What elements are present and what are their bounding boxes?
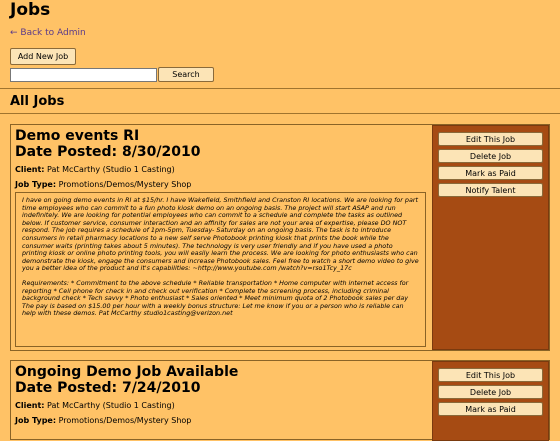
delete-job-button[interactable]: Delete Job — [438, 385, 543, 399]
job-type: Job Type: Promotions/Demos/Mystery Shop — [15, 180, 191, 189]
edit-job-button[interactable]: Edit This Job — [438, 368, 543, 382]
client-value: Pat McCarthy (Studio 1 Casting) — [47, 165, 175, 174]
search-button[interactable]: Search — [158, 67, 214, 82]
notify-talent-button[interactable]: Notify Talent — [438, 183, 543, 197]
section-title: All Jobs — [10, 94, 65, 109]
client-value: Pat McCarthy (Studio 1 Casting) — [47, 401, 175, 410]
job-description: I have on going demo events in RI at $15… — [15, 192, 426, 347]
job-requirements-text: Requirements: * Commitment to the above … — [22, 278, 409, 318]
job-card: Demo events RI Date Posted: 8/30/2010 Cl… — [10, 124, 550, 351]
divider — [0, 113, 560, 114]
back-to-admin-link[interactable]: ← Back to Admin — [10, 28, 86, 38]
job-title: Demo events RI — [15, 128, 140, 144]
job-type-label: Job Type: — [15, 180, 57, 189]
add-new-job-button[interactable]: Add New Job — [10, 48, 76, 65]
page-title: Jobs — [10, 0, 51, 20]
job-description-text: I have on going demo events in RI at $15… — [22, 196, 419, 273]
divider — [0, 88, 560, 89]
job-type-value: Promotions/Demos/Mystery Shop — [58, 180, 192, 189]
job-actions-panel: Edit This Job Delete Job Mark as Paid No… — [432, 125, 549, 350]
search-input[interactable] — [10, 68, 157, 82]
mark-as-paid-button[interactable]: Mark as Paid — [438, 402, 543, 416]
client-label: Client: — [15, 165, 45, 174]
job-type-value: Promotions/Demos/Mystery Shop — [58, 416, 192, 425]
client-label: Client: — [15, 401, 45, 410]
edit-job-button[interactable]: Edit This Job — [438, 132, 543, 146]
job-type-label: Job Type: — [15, 416, 57, 425]
job-title: Ongoing Demo Job Available — [15, 364, 239, 380]
job-client: Client: Pat McCarthy (Studio 1 Casting) — [15, 401, 175, 410]
job-type: Job Type: Promotions/Demos/Mystery Shop — [15, 416, 191, 425]
job-card: Ongoing Demo Job Available Date Posted: … — [10, 360, 550, 441]
job-client: Client: Pat McCarthy (Studio 1 Casting) — [15, 165, 175, 174]
job-actions-panel: Edit This Job Delete Job Mark as Paid — [432, 361, 549, 441]
delete-job-button[interactable]: Delete Job — [438, 149, 543, 163]
job-date: Date Posted: 7/24/2010 — [15, 380, 201, 396]
mark-as-paid-button[interactable]: Mark as Paid — [438, 166, 543, 180]
job-date: Date Posted: 8/30/2010 — [15, 144, 201, 160]
